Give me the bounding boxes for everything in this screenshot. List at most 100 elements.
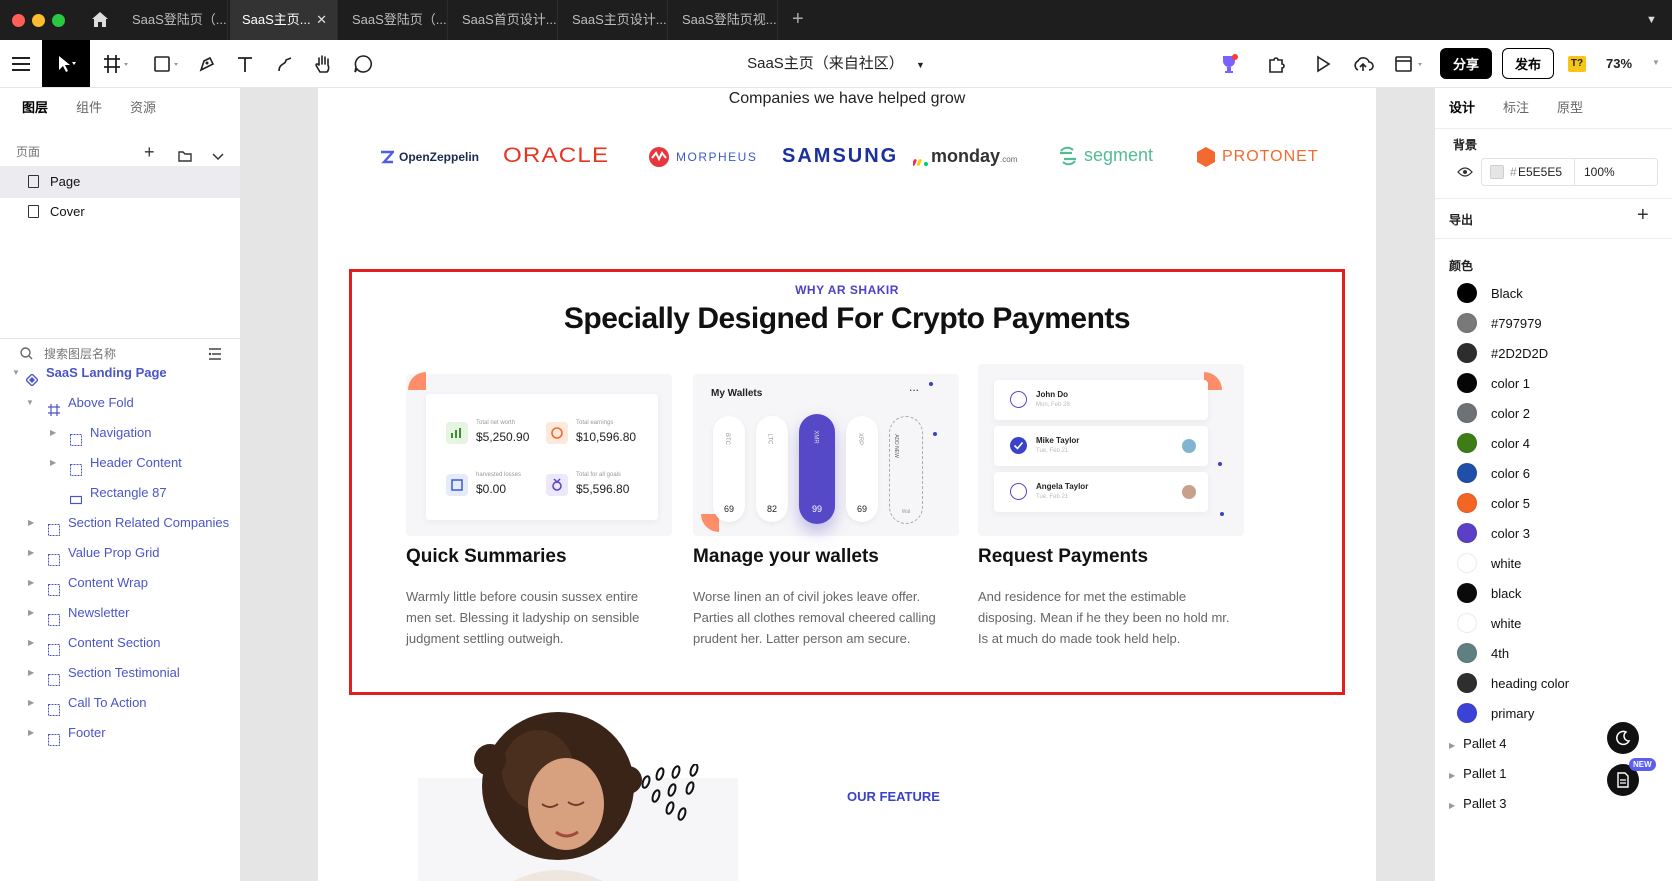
expand-arrow-icon[interactable]: ▶ bbox=[28, 568, 34, 598]
color-style-item[interactable]: Black bbox=[1457, 278, 1523, 308]
expand-arrow-icon[interactable]: ▶ bbox=[28, 508, 34, 538]
color-style-item[interactable]: #2D2D2D bbox=[1457, 338, 1548, 368]
layer-item[interactable]: ▶ Section Testimonial bbox=[0, 658, 240, 688]
artboard-saas-landing-page[interactable]: Companies we have helped grow OpenZeppel… bbox=[318, 88, 1376, 881]
tab-assets[interactable]: 资源 bbox=[130, 88, 156, 128]
color-style-item[interactable]: primary bbox=[1457, 698, 1534, 728]
pallet-group[interactable]: ▶ Pallet 4 bbox=[1449, 736, 1507, 751]
layer-item[interactable]: ▶ Header Content bbox=[0, 448, 240, 478]
text-tool-icon[interactable] bbox=[230, 40, 260, 87]
tab-4[interactable]: SaaS主页设计... bbox=[560, 0, 668, 40]
home-icon[interactable] bbox=[90, 10, 110, 30]
layer-item[interactable]: ▶ Footer bbox=[0, 718, 240, 748]
color-style-item[interactable]: white bbox=[1457, 548, 1521, 578]
color-style-item[interactable]: color 5 bbox=[1457, 488, 1530, 518]
expand-arrow-icon[interactable]: ▶ bbox=[50, 418, 56, 448]
expand-arrow-icon[interactable]: ▶ bbox=[28, 718, 34, 748]
tab-2[interactable]: SaaS登陆页（... bbox=[340, 0, 448, 40]
background-fill-field[interactable]: # E5E5E5 100% bbox=[1481, 158, 1658, 186]
eye-visibility-icon[interactable] bbox=[1457, 166, 1473, 181]
collapse-arrow-icon[interactable]: ▼ bbox=[12, 358, 20, 388]
frame-tool-icon[interactable] bbox=[96, 40, 136, 87]
new-tab-plus-icon[interactable]: + bbox=[792, 0, 804, 38]
color-style-item[interactable]: color 1 bbox=[1457, 368, 1530, 398]
cloud-upload-icon[interactable] bbox=[1348, 40, 1378, 87]
add-page-icon[interactable]: + bbox=[144, 140, 155, 164]
layout-view-icon[interactable] bbox=[1388, 40, 1432, 87]
tab-layers[interactable]: 图层 bbox=[22, 88, 48, 128]
group-layer-icon bbox=[48, 577, 60, 596]
close-tab-icon[interactable]: ✕ bbox=[316, 0, 327, 40]
pallet-group[interactable]: ▶ Pallet 1 bbox=[1449, 766, 1507, 781]
expand-arrow-icon[interactable]: ▶ bbox=[28, 628, 34, 658]
color-style-item[interactable]: 4th bbox=[1457, 638, 1509, 668]
color-style-item[interactable]: black bbox=[1457, 578, 1521, 608]
tab-prototype[interactable]: 原型 bbox=[1557, 88, 1583, 128]
color-style-item[interactable]: white bbox=[1457, 608, 1521, 638]
plugin-trophy-icon[interactable] bbox=[1214, 40, 1244, 87]
expand-arrow-icon[interactable]: ▶ bbox=[28, 538, 34, 568]
tab-components[interactable]: 组件 bbox=[76, 88, 102, 128]
pen-tool-icon[interactable] bbox=[192, 40, 222, 87]
tab-design[interactable]: 设计 bbox=[1449, 88, 1475, 128]
expand-arrow-icon[interactable]: ▶ bbox=[28, 658, 34, 688]
add-export-plus-icon[interactable]: + bbox=[1637, 204, 1649, 227]
layer-item[interactable]: ▼ Above Fold bbox=[0, 388, 240, 418]
document-title-chevron-icon[interactable]: ▼ bbox=[916, 60, 925, 70]
tab-label: SaaS主页设计... bbox=[572, 12, 667, 27]
minimize-window-button[interactable] bbox=[32, 14, 45, 27]
share-button[interactable]: 分享 bbox=[1440, 48, 1492, 79]
publish-button[interactable]: 发布 bbox=[1502, 48, 1554, 79]
layer-item[interactable]: ▶ Newsletter bbox=[0, 598, 240, 628]
zoom-chevron-icon[interactable]: ▼ bbox=[1652, 58, 1660, 67]
background-opacity-value[interactable]: 100% bbox=[1584, 165, 1615, 179]
page-item-cover[interactable]: Cover bbox=[0, 196, 240, 228]
rectangle-tool-icon[interactable] bbox=[146, 40, 186, 87]
color-style-item[interactable]: heading color bbox=[1457, 668, 1569, 698]
layer-item[interactable]: ▶ Content Wrap bbox=[0, 568, 240, 598]
hamburger-menu-icon[interactable] bbox=[6, 40, 36, 87]
document-title[interactable]: SaaS主页（来自社区） bbox=[747, 55, 904, 72]
color-style-item[interactable]: color 6 bbox=[1457, 458, 1530, 488]
canvas[interactable]: Companies we have helped grow OpenZeppel… bbox=[241, 88, 1434, 881]
our-feature-eyebrow: OUR FEATURE bbox=[847, 789, 940, 804]
tab-0[interactable]: SaaS登陆页（... bbox=[120, 0, 228, 40]
summary-value: $5,250.90 bbox=[476, 430, 530, 444]
color-style-item[interactable]: color 4 bbox=[1457, 428, 1530, 458]
layer-item[interactable]: ▼ SaaS Landing Page bbox=[0, 358, 240, 388]
move-tool-cursor-icon[interactable] bbox=[42, 40, 90, 87]
collapse-arrow-icon[interactable]: ▼ bbox=[26, 388, 34, 418]
layer-item[interactable]: ▶ Content Section bbox=[0, 628, 240, 658]
layer-item[interactable]: Rectangle 87 bbox=[0, 478, 240, 508]
feedback-badge[interactable]: T? bbox=[1568, 56, 1586, 72]
morpheus-icon bbox=[649, 147, 669, 167]
page-item-page[interactable]: Page bbox=[0, 166, 240, 198]
pallet-group[interactable]: ▶ Pallet 3 bbox=[1449, 796, 1507, 811]
close-window-button[interactable] bbox=[12, 14, 25, 27]
tab-3[interactable]: SaaS首页设计... bbox=[450, 0, 558, 40]
layer-item[interactable]: ▶ Value Prop Grid bbox=[0, 538, 240, 568]
comment-tool-icon[interactable] bbox=[348, 40, 378, 87]
maximize-window-button[interactable] bbox=[52, 14, 65, 27]
zoom-level[interactable]: 73% bbox=[1606, 40, 1632, 87]
color-style-item[interactable]: color 2 bbox=[1457, 398, 1530, 428]
tab-1[interactable]: SaaS主页... ✕ bbox=[230, 0, 338, 40]
tab-menu-chevron-icon[interactable]: ▼ bbox=[1646, 0, 1657, 40]
layer-item[interactable]: ▶ Navigation bbox=[0, 418, 240, 448]
layer-item[interactable]: ▶ Section Related Companies bbox=[0, 508, 240, 538]
expand-arrow-icon[interactable]: ▶ bbox=[50, 448, 56, 478]
connector-tool-icon[interactable] bbox=[270, 40, 300, 87]
hand-tool-icon[interactable] bbox=[308, 40, 338, 87]
dark-mode-moon-button[interactable] bbox=[1607, 722, 1639, 754]
color-style-item[interactable]: #797979 bbox=[1457, 308, 1542, 338]
background-hex-value[interactable]: E5E5E5 bbox=[1518, 165, 1562, 179]
plugins-puzzle-icon[interactable] bbox=[1262, 40, 1292, 87]
color-style-item[interactable]: color 3 bbox=[1457, 518, 1530, 548]
layer-item[interactable]: ▶ Call To Action bbox=[0, 688, 240, 718]
tab-5[interactable]: SaaS登陆页视... bbox=[670, 0, 778, 40]
expand-arrow-icon[interactable]: ▶ bbox=[28, 688, 34, 718]
play-prototype-icon[interactable] bbox=[1308, 40, 1338, 87]
color-style-name: color 2 bbox=[1491, 405, 1531, 421]
expand-arrow-icon[interactable]: ▶ bbox=[28, 598, 34, 628]
tab-annotate[interactable]: 标注 bbox=[1503, 88, 1529, 128]
